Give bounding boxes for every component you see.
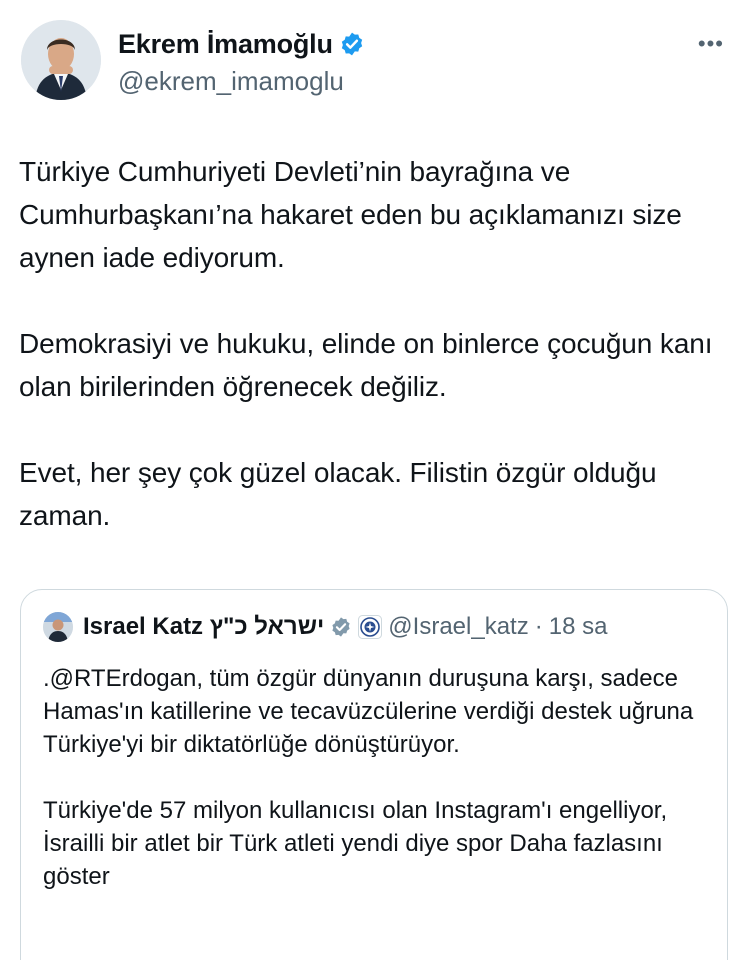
gray-verified-badge-icon (332, 617, 350, 637)
author-name-row: Ekrem İmamoğlu (118, 28, 365, 60)
government-seal-icon (358, 615, 383, 639)
tweet-paragraph: Türkiye Cumhuriyeti Devleti’nin bayrağın… (19, 156, 682, 273)
separator-dot: · (534, 613, 543, 640)
quoted-paragraph: .@RTErdogan, tüm özgür dünyanın duruşuna… (43, 665, 694, 758)
profile-photo-icon (21, 20, 101, 100)
author-display-name[interactable]: Ekrem İmamoğlu (118, 28, 333, 60)
quoted-tweet-text: .@RTErdogan, tüm özgür dünyanın duruşuna… (43, 662, 713, 893)
tweet-screenshot: Ekrem İmamoğlu @ekrem_imamoglu ••• Türki… (0, 0, 746, 960)
tweet-paragraph: Evet, her şey çok güzel olacak. Filistin… (19, 457, 657, 531)
profile-photo-icon (43, 612, 73, 642)
author-handle[interactable]: @ekrem_imamoglu (118, 66, 344, 96)
quoted-author-avatar[interactable] (43, 612, 73, 642)
quoted-tweet[interactable]: Israel Katz ישראל כ"ץ @Israel_katz · 18 … (20, 589, 728, 960)
tweet-paragraph: Demokrasiyi ve hukuku, elinde on binlerc… (19, 328, 713, 402)
quoted-paragraph: Türkiye'de 57 milyon kullanıcısı olan In… (43, 794, 713, 893)
tweet-text: Türkiye Cumhuriyeti Devleti’nin bayrağın… (19, 150, 724, 537)
author-avatar[interactable] (21, 20, 101, 100)
verified-badge-icon (341, 32, 362, 56)
quoted-display-name[interactable]: Israel Katz ישראל כ"ץ (83, 613, 324, 641)
quoted-timestamp[interactable]: 18 sa (549, 613, 608, 641)
quoted-tweet-header: Israel Katz ישראל כ"ץ @Israel_katz · 18 … (43, 612, 607, 642)
quoted-handle[interactable]: @Israel_katz (388, 613, 528, 641)
more-options-icon[interactable]: ••• (698, 33, 724, 55)
